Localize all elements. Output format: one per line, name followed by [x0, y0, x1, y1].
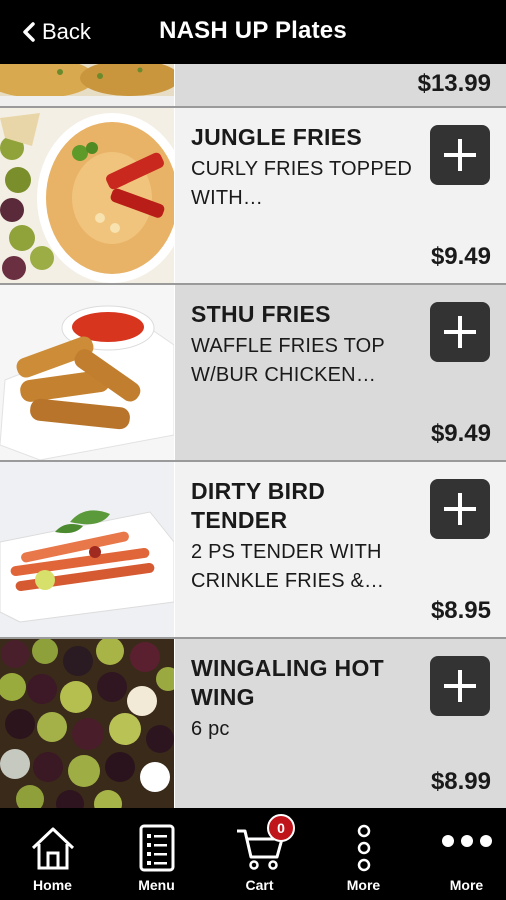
nav-menu[interactable]: Menu [106, 808, 207, 900]
item-description: 6 pc [191, 718, 230, 740]
page-title: NASH UP Plates [159, 17, 347, 44]
item-info: $13.99 [175, 64, 506, 106]
plus-icon [444, 316, 476, 348]
nav-menu-label: Menu [138, 877, 175, 893]
more-horizontal-icon [416, 826, 506, 856]
item-price: $9.49 [430, 420, 491, 447]
home-icon [2, 822, 103, 874]
list-item[interactable]: WINGALING HOT WING 6 pc $8.99 [0, 639, 506, 808]
item-price: $8.95 [430, 597, 491, 624]
item-name: STHU FRIES [191, 301, 331, 327]
list-item[interactable]: STHU FRIES WAFFLE FRIES TOP W/BUR CHICKE… [0, 285, 506, 460]
list-item[interactable]: JUNGLE FRIES CURLY FRIES TOPPED WITH… $9… [0, 108, 506, 283]
item-info: DIRTY BIRD TENDER 2 PS TENDER WITH CRINK… [175, 462, 506, 637]
item-name: WINGALING HOT WING [191, 655, 384, 710]
nav-more-2-label: More [449, 877, 484, 893]
top-bar: Back NASH UP Plates [0, 0, 506, 64]
item-description: CURLY FRIES TOPPED WITH… [191, 158, 413, 209]
list-item[interactable]: $13.99 [0, 64, 506, 106]
add-to-cart-button[interactable] [430, 479, 490, 539]
nav-cart-label: Cart [245, 877, 274, 893]
plus-icon [444, 493, 476, 525]
item-photo [0, 108, 174, 283]
plus-icon [444, 670, 476, 702]
item-name: DIRTY BIRD TENDER [191, 478, 326, 533]
add-to-cart-button[interactable] [430, 656, 490, 716]
nav-more-2[interactable]: More [416, 808, 506, 900]
menu-list-icon [106, 822, 207, 874]
list-item[interactable]: DIRTY BIRD TENDER 2 PS TENDER WITH CRINK… [0, 462, 506, 637]
item-price: $8.99 [430, 768, 491, 795]
item-photo [0, 462, 174, 637]
nav-more-1-label: More [346, 877, 381, 893]
nav-home[interactable]: Home [2, 808, 103, 900]
more-vertical-icon [313, 822, 414, 874]
plus-icon [444, 139, 476, 171]
nav-more-1[interactable]: More [313, 808, 414, 900]
item-description: 2 PS TENDER WITH CRINKLE FRIES &… [191, 541, 385, 592]
item-photo [0, 285, 174, 460]
add-to-cart-button[interactable] [430, 302, 490, 362]
menu-item-list[interactable]: $13.99 JUNGLE FRIES CURLY FRIES TOPPED W… [0, 64, 506, 808]
add-to-cart-button[interactable] [430, 125, 490, 185]
bottom-nav: Home Menu 0 Cart More More [0, 808, 506, 900]
nav-home-label: Home [33, 877, 72, 893]
item-price: $13.99 [417, 70, 491, 97]
item-info: STHU FRIES WAFFLE FRIES TOP W/BUR CHICKE… [175, 285, 506, 460]
item-photo [0, 639, 174, 808]
item-info: WINGALING HOT WING 6 pc $8.99 [175, 639, 506, 808]
nav-cart[interactable]: 0 Cart [209, 808, 310, 900]
item-price: $9.49 [430, 243, 491, 270]
item-info: JUNGLE FRIES CURLY FRIES TOPPED WITH… $9… [175, 108, 506, 283]
cart-count-badge: 0 [267, 814, 295, 842]
item-name: JUNGLE FRIES [191, 124, 363, 150]
item-photo [0, 64, 174, 106]
item-description: WAFFLE FRIES TOP W/BUR CHICKEN… [191, 335, 385, 386]
